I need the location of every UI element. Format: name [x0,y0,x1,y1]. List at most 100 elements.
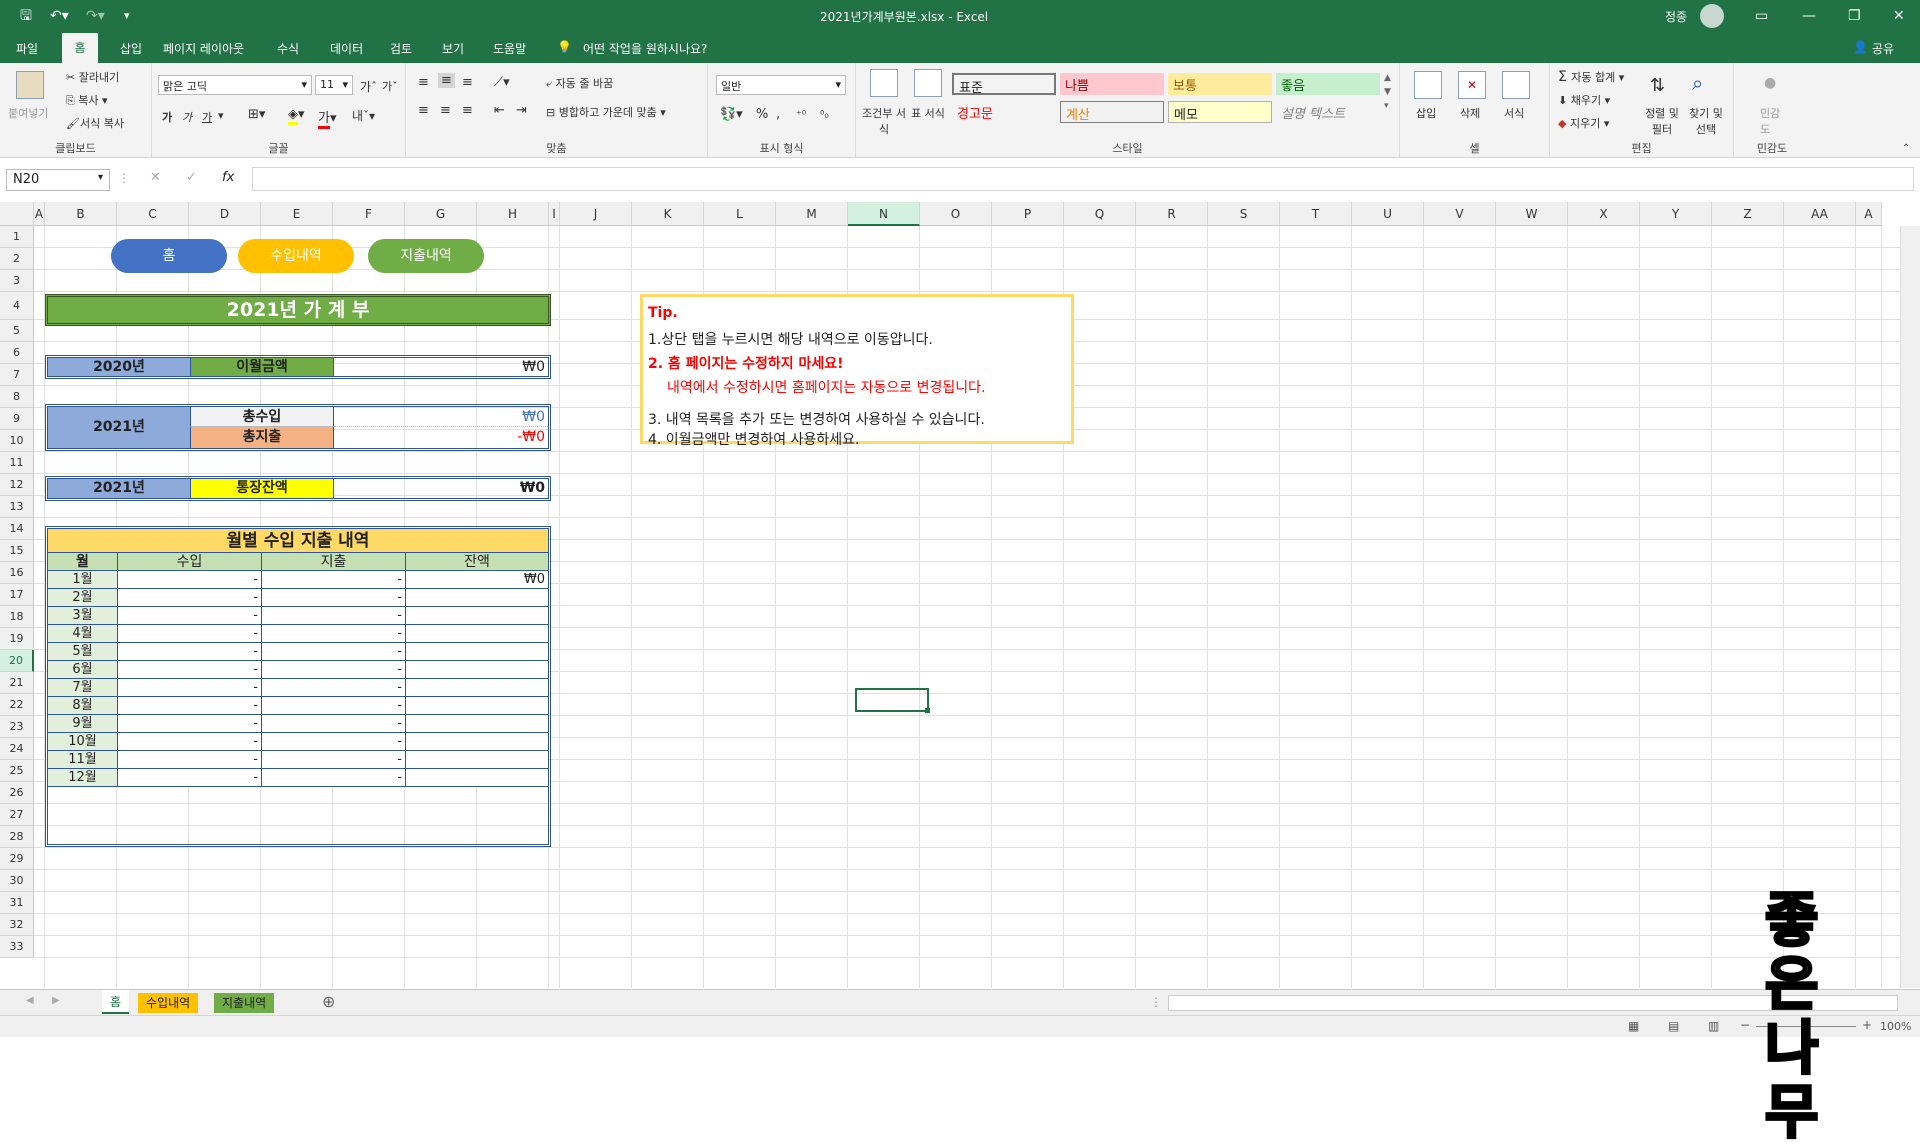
expense-cell[interactable]: - [262,571,406,589]
shrink-font-icon[interactable]: 가ˇ [382,78,398,94]
balance-cell[interactable] [406,679,548,697]
name-box[interactable]: N20 ▾ [6,169,110,191]
column-header[interactable]: I [549,202,560,226]
income-cell[interactable]: - [118,751,262,769]
income-cell[interactable]: - [118,643,262,661]
row-header[interactable]: 19 [0,628,34,650]
paste-icon[interactable] [16,71,44,99]
confirm-entry-icon[interactable]: ✓ [186,170,197,185]
bold-button[interactable]: 가 [162,109,172,125]
format-cells-icon[interactable] [1502,71,1530,99]
row-header[interactable]: 12 [0,474,34,496]
italic-button[interactable]: 가 [182,109,192,125]
expense-cell[interactable]: - [262,769,406,787]
tab-review[interactable]: 검토 [390,40,412,57]
align-middle-icon[interactable]: ≡ [438,73,455,88]
expense-cell[interactable]: - [262,679,406,697]
fill-button[interactable]: ⬇ 채우기 ▾ [1558,92,1610,108]
column-header[interactable]: Q [1064,202,1136,226]
row-header[interactable]: 8 [0,386,34,408]
balance-cell[interactable] [406,715,548,733]
column-header[interactable]: B [45,202,117,226]
styles-scroll-icon[interactable]: ▲ ▼ ▾ [1384,71,1391,113]
column-header[interactable]: J [560,202,632,226]
tab-help[interactable]: 도움말 [493,40,526,57]
total-expense-value[interactable]: -₩0 [334,427,548,448]
column-header[interactable]: C [117,202,189,226]
format-as-table-icon[interactable] [914,69,942,97]
row-header[interactable]: 5 [0,320,34,342]
selected-cell[interactable] [855,688,929,712]
column-header[interactable]: D [189,202,261,226]
sheet-tab-income[interactable]: 수입내역 [138,993,199,1013]
row-header[interactable]: 25 [0,760,34,782]
decrease-indent-icon[interactable]: ⇤ [494,103,505,118]
tell-me-input[interactable]: 어떤 작업을 원하시나요? [583,40,707,57]
find-icon[interactable]: ⌕ [1692,71,1703,95]
row-header[interactable]: 21 [0,672,34,694]
column-header[interactable]: R [1136,202,1208,226]
row-header[interactable]: 32 [0,914,34,936]
row-header[interactable]: 29 [0,848,34,870]
decrease-decimal-icon[interactable]: ⁰₀ [820,108,829,121]
row-header[interactable]: 18 [0,606,34,628]
tab-insert[interactable]: 삽입 [120,40,142,57]
format-painter-button[interactable]: 🖌서식 복사 [66,115,124,131]
balance-value[interactable]: ₩0 [334,479,548,498]
style-calculation[interactable]: 계산 [1060,101,1164,123]
orientation-icon[interactable]: ⟋▾ [494,75,510,90]
row-header[interactable]: 26 [0,782,34,804]
insert-cells-button[interactable]: 삽입 [1416,105,1436,121]
row-header[interactable]: 31 [0,892,34,914]
expense-cell[interactable]: - [262,733,406,751]
cut-button[interactable]: ✂ 잘라내기 [66,69,119,85]
tab-view[interactable]: 보기 [442,40,464,57]
income-cell[interactable]: - [118,769,262,787]
income-cell[interactable]: - [118,679,262,697]
sort-filter-button[interactable]: 정렬 및 필터 [1642,105,1682,137]
nav-income-button[interactable]: 수입내역 [238,239,354,273]
column-header[interactable]: L [704,202,776,226]
column-header[interactable]: E [261,202,333,226]
column-header[interactable]: Z [1712,202,1784,226]
conditional-format-icon[interactable] [870,69,898,97]
undo-icon[interactable]: ↶▾ [50,6,69,26]
formula-input[interactable] [252,167,1914,191]
style-normal[interactable]: 표준 [952,73,1056,96]
column-header[interactable]: K [632,202,704,226]
tab-file[interactable]: 파일 [16,40,38,57]
tab-splitter-icon[interactable]: ⋮ [1150,995,1162,1009]
column-header[interactable]: F [333,202,405,226]
collapse-ribbon-icon[interactable]: ⌃ [1902,143,1910,154]
income-cell[interactable]: - [118,607,262,625]
style-bad[interactable]: 나쁨 [1060,73,1164,95]
fill-handle[interactable] [925,708,930,713]
income-cell[interactable]: - [118,589,262,607]
sensitivity-icon[interactable]: ● [1764,75,1776,91]
sort-filter-icon[interactable]: ⇅ [1650,75,1665,96]
column-header[interactable]: U [1352,202,1424,226]
align-right-icon[interactable]: ≡ [462,103,473,118]
cancel-entry-icon[interactable]: ✕ [150,170,161,185]
balance-cell[interactable] [406,733,548,751]
balance-cell[interactable] [406,697,548,715]
insert-function-icon[interactable]: fx [222,170,234,185]
row-header[interactable]: 27 [0,804,34,826]
align-top-icon[interactable]: ≡ [418,75,429,90]
balance-cell[interactable] [406,769,548,787]
conditional-format-button[interactable]: 조건부 서식 [862,105,906,137]
balance-cell[interactable] [406,751,548,769]
row-header[interactable]: 11 [0,452,34,474]
delete-cells-icon[interactable]: ✕ [1458,71,1486,99]
font-size-select[interactable]: 11 ▾ [315,75,353,95]
nav-expense-button[interactable]: 지출내역 [368,239,484,273]
balance-cell[interactable] [406,661,548,679]
increase-indent-icon[interactable]: ⇥ [516,103,527,118]
align-center-icon[interactable]: ≡ [440,103,451,118]
row-header[interactable]: 20 [0,650,34,672]
column-header[interactable]: A [34,202,45,226]
row-header[interactable]: 3 [0,270,34,292]
balance-cell[interactable] [406,643,548,661]
merge-center-button[interactable]: ⊟ 병합하고 가운데 맞춤 ▾ [546,104,666,120]
row-header[interactable]: 16 [0,562,34,584]
